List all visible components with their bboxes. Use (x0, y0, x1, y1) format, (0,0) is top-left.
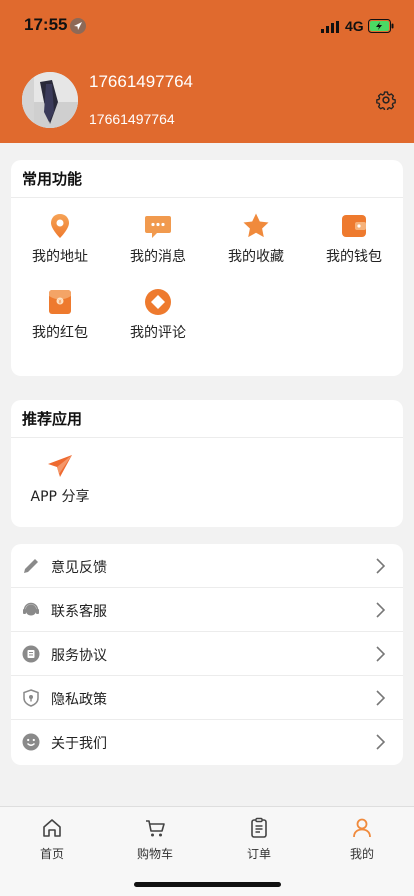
avatar-image (22, 72, 78, 128)
recommend-apps-card: 推荐应用 APP 分享 (11, 400, 403, 527)
list-item-feedback[interactable]: 意见反馈 (11, 544, 403, 588)
status-time: 17:55 (24, 15, 68, 34)
signal-icon (321, 21, 339, 33)
cart-icon (146, 820, 165, 837)
tab-cart[interactable]: 购物车 (125, 817, 185, 862)
list-item-label: 隐私政策 (51, 692, 107, 708)
avatar[interactable] (22, 72, 78, 128)
user-name: 17661497764 (89, 72, 194, 91)
user-account: 17661497764 (89, 111, 175, 127)
status-bar: 17:55 4G (0, 0, 414, 54)
common-functions-card: 常用功能 我的地址 我的消息 我的收藏 我的钱包 ¥ 我的红包 我的评论 (11, 160, 403, 376)
list-item-privacy-policy[interactable]: 隐私政策 (11, 676, 403, 720)
list-item-label: 意见反馈 (51, 560, 107, 576)
grid-item-label: 我的评论 (130, 325, 186, 341)
tab-label: 购物车 (136, 847, 173, 861)
comment-icon (145, 289, 171, 315)
list-item-label: 联系客服 (51, 604, 107, 620)
list-item-label: 关于我们 (51, 736, 107, 752)
grid-item-label: APP 分享 (30, 489, 90, 505)
tab-label: 我的 (349, 847, 374, 861)
grid-item-label: 我的地址 (32, 249, 88, 265)
grid-item-address[interactable]: 我的地址 (11, 212, 109, 266)
grid-item-app-share[interactable]: APP 分享 (11, 452, 109, 506)
chevron-right-icon (376, 602, 385, 618)
paper-plane-icon (48, 455, 72, 477)
chevron-right-icon (376, 690, 385, 706)
user-icon (353, 818, 371, 838)
grid-item-messages[interactable]: 我的消息 (109, 212, 207, 266)
tab-mine[interactable]: 我的 (332, 817, 392, 862)
location-pin-icon (51, 214, 69, 238)
grid-item-wallet[interactable]: 我的钱包 (305, 212, 403, 266)
red-envelope-icon: ¥ (49, 290, 71, 314)
grid-item-label: 我的红包 (32, 325, 88, 341)
headset-icon (23, 602, 39, 616)
grid-item-label: 我的收藏 (228, 249, 284, 265)
grid-item-comments[interactable]: 我的评论 (109, 288, 207, 342)
star-icon (243, 213, 269, 238)
list-item-service-agreement[interactable]: 服务协议 (11, 632, 403, 676)
wallet-icon (342, 215, 366, 237)
document-icon (22, 645, 40, 663)
home-indicator (134, 882, 281, 887)
chevron-right-icon (376, 558, 385, 574)
battery-icon (368, 19, 394, 33)
list-item-customer-service[interactable]: 联系客服 (11, 588, 403, 632)
recommend-apps-title: 推荐应用 (11, 400, 403, 438)
chevron-right-icon (376, 646, 385, 662)
tab-label: 首页 (39, 847, 64, 861)
location-arrow-icon (70, 18, 86, 34)
tab-home[interactable]: 首页 (22, 817, 82, 862)
list-item-label: 服务协议 (51, 648, 107, 664)
grid-item-label: 我的消息 (130, 249, 186, 265)
gear-icon[interactable] (376, 90, 396, 110)
common-functions-title: 常用功能 (11, 160, 403, 198)
message-icon (145, 216, 171, 238)
home-icon (43, 819, 61, 837)
list-item-about-us[interactable]: 关于我们 (11, 720, 403, 764)
svg-text:¥: ¥ (58, 299, 61, 305)
pencil-icon (24, 559, 38, 573)
tab-orders[interactable]: 订单 (229, 817, 289, 862)
grid-item-favorites[interactable]: 我的收藏 (207, 212, 305, 266)
profile-header: 17:55 4G 17661497764 17661497764 (0, 0, 414, 143)
grid-item-red-envelope[interactable]: ¥ 我的红包 (11, 288, 109, 342)
order-icon (251, 817, 267, 838)
chevron-right-icon (376, 734, 385, 750)
tab-label: 订单 (246, 847, 271, 861)
network-type: 4G (345, 18, 364, 34)
settings-list-card: 意见反馈 联系客服 服务协议 隐私政策 关于我们 (11, 544, 403, 765)
shield-icon (23, 689, 39, 707)
grid-item-label: 我的钱包 (326, 249, 382, 265)
smile-icon (22, 733, 40, 751)
